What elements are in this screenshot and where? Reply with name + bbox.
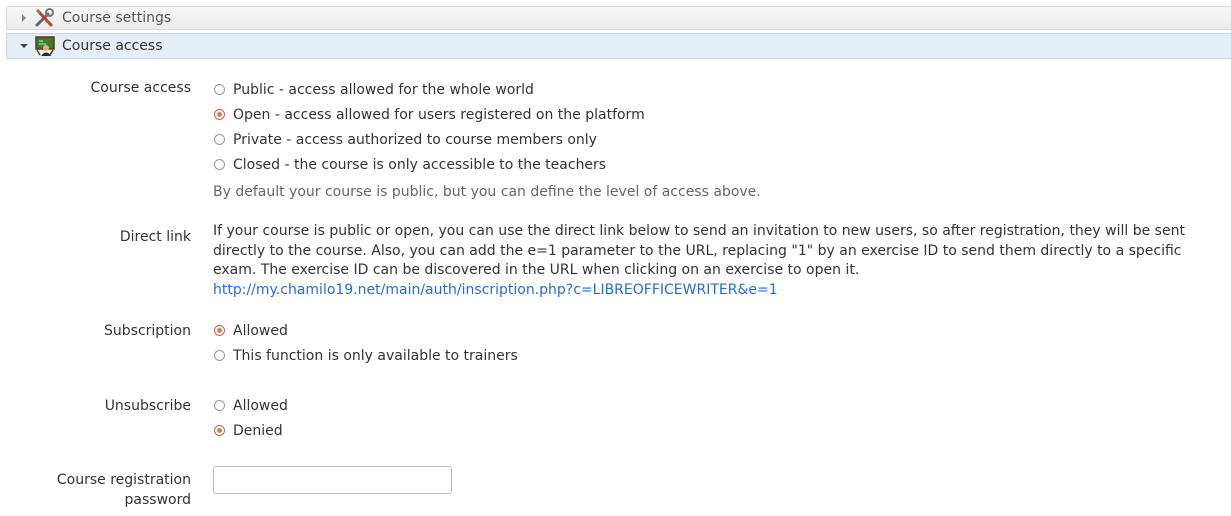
direct-link-content: If your course is public or open, you ca… [213, 222, 1217, 300]
panel-title: Course access [62, 38, 163, 54]
radio-button[interactable] [214, 134, 225, 145]
course-settings-panel-header[interactable]: Course settings [6, 6, 1231, 30]
radio-subscription-allowed[interactable]: Allowed [213, 318, 1217, 343]
radio-button-checked[interactable] [214, 325, 225, 336]
radio-unsubscribe-denied[interactable]: Denied [213, 418, 1217, 443]
radio-button[interactable] [214, 159, 225, 170]
course-access-options: Public - access allowed for the whole wo… [213, 77, 1217, 202]
direct-link-label: Direct link [119, 229, 191, 245]
radio-button-checked[interactable] [214, 109, 225, 120]
radio-button[interactable] [214, 400, 225, 411]
radio-subscription-trainers[interactable]: This function is only available to train… [213, 343, 1217, 368]
panel-title: Course settings [62, 10, 172, 26]
radio-private[interactable]: Private - access authorized to course me… [213, 127, 1217, 152]
course-access-label: Course access [90, 80, 191, 96]
registration-password-control [213, 466, 1217, 494]
radio-closed[interactable]: Closed - the course is only accessible t… [213, 152, 1217, 177]
radio-button[interactable] [214, 350, 225, 361]
tools-icon [34, 8, 56, 28]
caret-right-icon [20, 14, 28, 22]
radio-public[interactable]: Public - access allowed for the whole wo… [213, 77, 1217, 102]
course-access-panel-header[interactable]: Course access [6, 33, 1231, 59]
subscription-options: Allowed This function is only available … [213, 318, 1217, 368]
radio-button[interactable] [214, 84, 225, 95]
unsubscribe-options: Allowed Denied [213, 393, 1217, 443]
unsubscribe-label: Unsubscribe [104, 398, 191, 414]
radio-button-checked[interactable] [214, 425, 225, 436]
course-access-help: By default your course is public, but yo… [213, 184, 761, 200]
registration-password-input[interactable] [213, 466, 452, 494]
caret-down-icon [20, 43, 28, 49]
direct-link-url[interactable]: http://my.chamilo19.net/main/auth/inscri… [213, 281, 1217, 300]
direct-link-description: If your course is public or open, you ca… [213, 223, 1185, 278]
radio-unsubscribe-allowed[interactable]: Allowed [213, 393, 1217, 418]
subscription-label: Subscription [104, 323, 191, 339]
chalkboard-user-icon [34, 36, 56, 56]
radio-open[interactable]: Open - access allowed for users register… [213, 102, 1217, 127]
registration-password-label: Course registration password [56, 472, 191, 508]
